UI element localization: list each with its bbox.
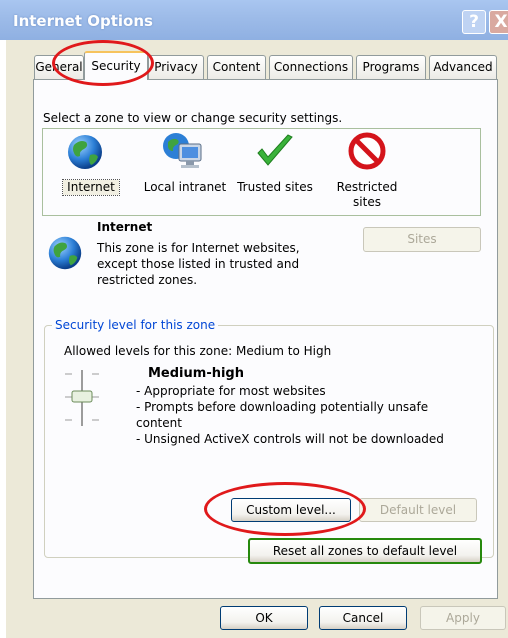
level-detail-2: - Prompts before downloading potentially… — [136, 400, 429, 414]
zone-instruction: Select a zone to view or change security… — [43, 111, 343, 125]
globe-icon — [68, 135, 102, 169]
tab-advanced[interactable]: Advanced — [429, 55, 497, 79]
ok-button[interactable]: OK — [220, 606, 308, 630]
zone-info-desc-1: This zone is for Internet websites, — [97, 241, 300, 255]
annotation-circle-security-tab — [52, 40, 154, 86]
tab-content[interactable]: Content — [207, 55, 266, 79]
annotation-circle-custom-level — [204, 482, 366, 536]
level-detail-4: - Unsigned ActiveX controls will not be … — [136, 432, 444, 446]
restricted-icon — [348, 132, 386, 170]
zone-info-title: Internet — [97, 220, 153, 234]
title-bar[interactable]: Internet Options ? X — [0, 0, 508, 40]
zone-local-intranet[interactable] — [160, 130, 206, 174]
close-button[interactable]: X — [489, 10, 508, 34]
security-level-name: Medium-high — [148, 366, 244, 381]
zone-local-intranet-label[interactable]: Local intranet — [140, 180, 230, 195]
level-detail-1: - Appropriate for most websites — [136, 384, 326, 398]
zone-internet[interactable] — [64, 131, 106, 173]
sites-button[interactable]: Sites — [363, 227, 481, 252]
network-computer-icon — [163, 133, 202, 168]
help-button[interactable]: ? — [462, 10, 486, 34]
reset-all-zones-button[interactable]: Reset all zones to default level — [248, 538, 482, 564]
tab-connections[interactable]: Connections — [269, 55, 353, 79]
apply-button[interactable]: Apply — [420, 606, 506, 630]
zone-info-globe-icon — [45, 233, 85, 273]
zone-restricted-sites[interactable] — [347, 131, 387, 171]
zone-internet-label[interactable]: Internet — [62, 179, 120, 196]
window-title: Internet Options — [13, 12, 153, 30]
tab-programs[interactable]: Programs — [356, 55, 426, 79]
zone-info-desc-3: restricted zones. — [97, 273, 198, 287]
cancel-button[interactable]: Cancel — [319, 606, 407, 630]
slider-track-icon — [65, 370, 99, 426]
security-level-slider[interactable] — [59, 368, 105, 430]
zone-info-desc-2: except those listed in trusted and — [97, 257, 300, 271]
tab-privacy[interactable]: Privacy — [148, 55, 204, 79]
level-detail-3: content — [136, 416, 182, 430]
security-level-group-title: Security level for this zone — [52, 318, 219, 332]
allowed-levels-text: Allowed levels for this zone: Medium to … — [64, 344, 332, 358]
zone-trusted-sites[interactable] — [254, 131, 296, 173]
zone-restricted-sites-label[interactable]: Restricted sites — [336, 180, 398, 210]
default-level-button[interactable]: Default level — [359, 498, 477, 522]
zone-trusted-sites-label[interactable]: Trusted sites — [232, 180, 318, 195]
checkmark-icon — [257, 134, 293, 166]
